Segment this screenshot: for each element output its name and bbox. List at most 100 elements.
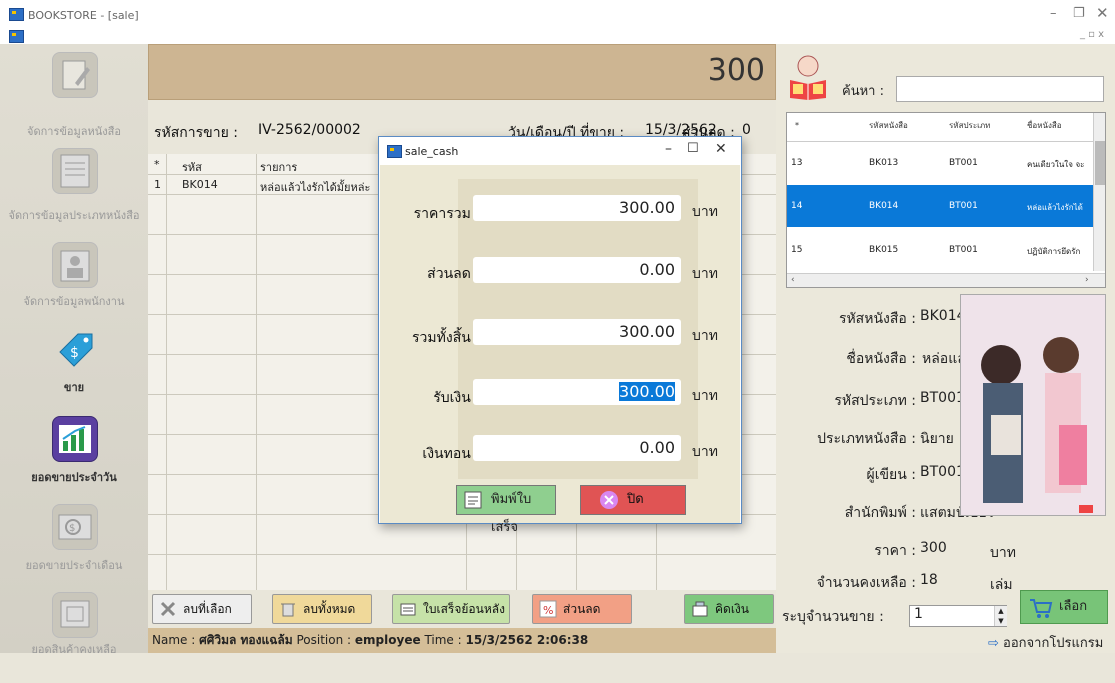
close-circle-icon — [599, 490, 619, 521]
svg-text:%: % — [543, 604, 553, 617]
sidebar-item-book-types[interactable]: จัดการข้อมูลประเภทหนังสือ — [0, 140, 148, 239]
app-icon — [9, 8, 24, 21]
book-edit-icon — [52, 52, 98, 98]
book-code-label: รหัสหนังสือ : — [838, 311, 916, 327]
trash-icon — [279, 600, 297, 618]
search-input[interactable] — [896, 76, 1104, 102]
quantity-stepper[interactable]: 1 — [909, 605, 1007, 627]
book-col-type[interactable]: รหัสประเภท — [949, 113, 990, 139]
dialog-title: sale_cash — [405, 145, 459, 158]
book-col-marker: * — [795, 121, 799, 130]
reprint-receipt-button[interactable]: ใบเสร็จย้อนหลัง — [392, 594, 510, 624]
book-col-name[interactable]: ชื่อหนังสือ — [1027, 113, 1062, 139]
print-receipt-button[interactable]: พิมพ์ใบเสร็จ — [456, 485, 556, 535]
mdi-menu-strip: _ ▫ x — [0, 28, 1115, 44]
cash-dialog: sale_cash – ☐ ✕ ราคารวม : 300.00 บาท ส่ว… — [378, 136, 742, 535]
book-code: BK014 — [920, 308, 966, 324]
search-label: ค้นหา : — [842, 84, 884, 99]
net-total-unit: บาท — [692, 328, 718, 344]
sidebar-item-books[interactable]: จัดการข้อมูลหนังสือ — [0, 44, 148, 143]
column-header-item[interactable]: รายการ — [260, 158, 297, 176]
discount-field[interactable]: 0.00 — [473, 257, 681, 283]
name-label: Name : — [152, 633, 196, 647]
sidebar-item-employees[interactable]: จัดการข้อมูลพนักงาน — [0, 234, 148, 333]
dialog-maximize-icon[interactable]: ☐ — [687, 141, 699, 156]
exit-program-button[interactable]: ⇨ ออกจากโปรแกรม — [988, 632, 1103, 653]
delete-all-button[interactable]: ลบทั้งหมด — [272, 594, 372, 624]
sidebar-item-label: จัดการข้อมูลพนักงาน — [23, 295, 125, 308]
restore-icon[interactable]: ❐ — [1073, 6, 1085, 21]
window-title: BOOKSTORE - [sale] — [28, 9, 139, 22]
row-item[interactable]: หล่อแล้วไงรักได้มั้ยหล่ะ — [260, 178, 370, 196]
total-field[interactable]: 300.00 — [473, 195, 681, 221]
quantity-label: ระบุจำนวนขาย : — [782, 609, 884, 625]
position-label: Position : — [296, 633, 352, 647]
sidebar-item-label: ยอดขายประจำเดือน — [25, 559, 123, 572]
minimize-icon[interactable]: – — [1050, 6, 1057, 21]
net-total-field[interactable]: 300.00 — [473, 319, 681, 345]
table-row[interactable]: 13 BK013 BT001 คนเดียวในใจ จะ — [787, 141, 1095, 184]
daily-chart-icon — [52, 416, 98, 462]
discount-button[interactable]: % ส่วนลด — [532, 594, 632, 624]
exit-arrow-icon: ⇨ — [988, 636, 999, 651]
book-name-label: ชื่อหนังสือ : — [846, 351, 916, 367]
scroll-left-icon[interactable]: ‹ — [791, 275, 795, 285]
book-category-icon — [52, 148, 98, 194]
child-window-controls[interactable]: _ ▫ x — [1080, 29, 1104, 40]
received-value-selected: 300.00 — [619, 382, 675, 401]
book-col-code[interactable]: รหัสหนังสือ — [869, 113, 908, 139]
book-search-table[interactable]: * รหัสหนังสือ รหัสประเภท ชื่อหนังสือ 13 … — [786, 112, 1106, 288]
reader-icon — [786, 54, 830, 100]
stepper-arrows-icon[interactable]: ▲ ▼ — [994, 606, 1007, 626]
table-row[interactable]: 15 BK015 BT001 ปฏิบัติการยึดรัก — [787, 229, 1095, 271]
scroll-right-icon[interactable]: › — [1085, 275, 1089, 285]
sidebar-item-label: ขาย — [63, 381, 85, 394]
sidebar-item-monthly-sales[interactable]: $ ยอดขายประจำเดือน — [0, 496, 148, 595]
horizontal-scrollbar[interactable]: ‹ › — [787, 273, 1105, 287]
received-label: รับเงิน : — [433, 390, 480, 406]
grand-total: 300 — [707, 53, 765, 88]
sidebar-item-label: ยอดขายประจำวัน — [31, 471, 117, 484]
sidebar-item-daily-sales[interactable]: ยอดขายประจำวัน — [0, 408, 148, 507]
dialog-body: ราคารวม : 300.00 บาท ส่วนลด : 0.00 บาท ร… — [380, 165, 740, 535]
dialog-minimize-icon[interactable]: – — [665, 141, 672, 157]
table-row-selected[interactable]: 14 BK014 BT001 หล่อแล้วไงรักได้ — [787, 185, 1095, 227]
inventory-icon — [52, 592, 98, 638]
checkout-button[interactable]: คิดเงิน — [684, 594, 774, 624]
row-code[interactable]: BK014 — [182, 178, 218, 191]
total-label: ราคารวม : — [413, 206, 480, 222]
sidebar-item-sale[interactable]: $ ขาย — [0, 320, 148, 419]
child-app-icon[interactable] — [9, 30, 24, 43]
column-header-code[interactable]: รหัส — [182, 158, 202, 176]
dialog-title-bar: sale_cash – ☐ ✕ — [379, 137, 741, 165]
close-dialog-button[interactable]: ปิด — [580, 485, 686, 515]
x-mark-icon — [159, 600, 177, 618]
sidebar-item-inventory[interactable]: ยอดสินค้าคงเหลือ — [0, 584, 148, 683]
net-total-label: รวมทั้งสิ้น : — [412, 330, 480, 346]
close-icon[interactable]: ✕ — [1096, 4, 1109, 22]
book-cover-image — [960, 294, 1106, 516]
employee-name: ศศิวิมล ทองแฉล้ม — [199, 633, 293, 647]
change-unit: บาท — [692, 444, 718, 460]
time-label: Time : — [424, 633, 462, 647]
dialog-close-icon[interactable]: ✕ — [715, 141, 727, 157]
discount-value: 0 — [742, 122, 751, 138]
delete-selected-button[interactable]: ลบที่เลือก — [152, 594, 252, 624]
invoice-label: รหัสการขาย : — [154, 125, 238, 141]
vertical-scrollbar[interactable] — [1093, 113, 1105, 271]
change-field[interactable]: 0.00 — [473, 435, 681, 461]
status-bar: Name : ศศิวิมล ทองแฉล้ม Position : emplo… — [148, 628, 776, 653]
svg-text:$: $ — [70, 345, 79, 361]
svg-text:$: $ — [69, 523, 75, 534]
select-book-button[interactable]: เลือก — [1020, 590, 1108, 624]
price-tag-icon: $ — [52, 328, 96, 372]
publisher-label: สำนักพิมพ์ : — [844, 505, 916, 521]
received-field[interactable]: 300.00 — [473, 379, 681, 405]
monthly-money-icon: $ — [52, 504, 98, 550]
employee-position: employee — [354, 633, 421, 647]
window-title-bar: BOOKSTORE - [sale] – ❐ ✕ — [0, 0, 1115, 28]
author-label: ผู้เขียน : — [866, 467, 917, 483]
discount-field-label: ส่วนลด : — [427, 266, 480, 282]
sidebar-item-label: จัดการข้อมูลประเภทหนังสือ — [8, 209, 140, 222]
price-unit: บาท — [990, 545, 1016, 561]
